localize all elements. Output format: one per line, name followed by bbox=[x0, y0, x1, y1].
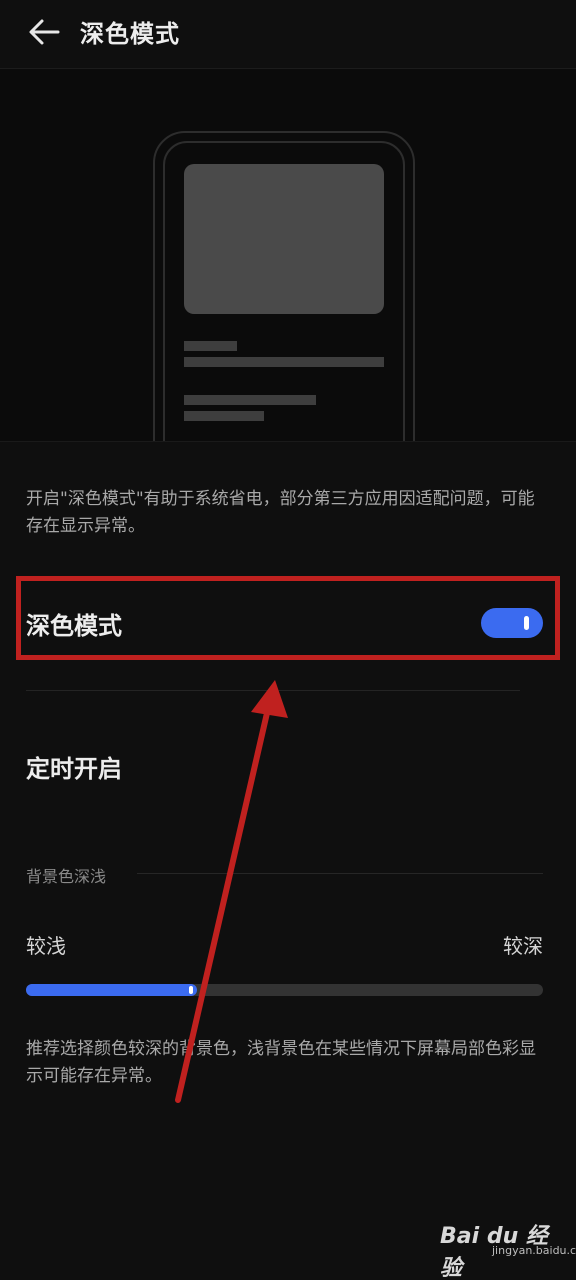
watermark-url: jingyan.baidu.com bbox=[492, 1244, 576, 1257]
slider-min-label: 较浅 bbox=[26, 934, 66, 958]
section-divider bbox=[137, 873, 543, 874]
background-depth-slider[interactable] bbox=[26, 984, 543, 996]
slider-max-label: 较深 bbox=[503, 934, 543, 958]
preview-text-bar bbox=[184, 411, 264, 421]
top-bar: 深色模式 bbox=[0, 0, 576, 68]
annotation-highlight-box bbox=[16, 576, 560, 660]
schedule-on-item[interactable]: 定时开启 bbox=[26, 749, 122, 784]
background-depth-note: 推荐选择颜色较深的背景色，浅背景色在某些情况下屏幕局部色彩显示可能存在异常。 bbox=[26, 1039, 536, 1086]
preview-image-placeholder bbox=[184, 164, 384, 314]
row-divider bbox=[26, 690, 520, 691]
preview-text-bar bbox=[184, 341, 237, 351]
slider-thumb[interactable] bbox=[188, 986, 193, 994]
back-button[interactable] bbox=[22, 12, 66, 52]
dark-mode-settings-page: 深色模式 开启"深色模式"有助于系统省电，部分第三方应用因适配问题，可能存在显示… bbox=[0, 0, 576, 1280]
arrow-left-icon bbox=[29, 19, 60, 45]
page-title: 深色模式 bbox=[80, 20, 180, 48]
preview-divider bbox=[0, 441, 576, 442]
baidu-jingyan-watermark: Bai du 经验 jingyan.baidu.com bbox=[440, 1216, 576, 1280]
dark-mode-description: 开启"深色模式"有助于系统省电，部分第三方应用因适配问题，可能存在显示异常。 bbox=[26, 489, 535, 536]
background-depth-section-label: 背景色深浅 bbox=[26, 867, 107, 886]
dark-mode-preview bbox=[0, 69, 576, 441]
preview-text-bar bbox=[184, 395, 316, 405]
preview-text-bar bbox=[184, 357, 384, 367]
slider-fill bbox=[26, 984, 197, 996]
